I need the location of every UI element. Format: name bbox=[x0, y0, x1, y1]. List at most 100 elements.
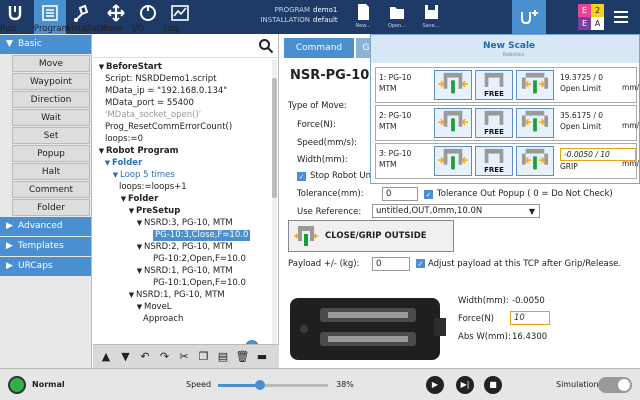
expand-toggle-icon[interactable]: ▼ bbox=[135, 242, 144, 253]
move-up-button[interactable]: ▲ bbox=[99, 350, 113, 364]
tree-node[interactable]: PG-10:3,Close,F=10.0 bbox=[153, 230, 251, 241]
urcaps-button[interactable] bbox=[512, 0, 546, 34]
file-open-button[interactable]: Open... bbox=[384, 3, 410, 31]
tree-node[interactable]: ▼ BeforeStart bbox=[97, 62, 162, 73]
tree-search-bar[interactable] bbox=[93, 34, 278, 58]
tree-node[interactable]: Script: NSRDDemo1.script bbox=[105, 74, 216, 85]
gripper-close-button[interactable] bbox=[434, 108, 472, 138]
force-display-label: Force(N) bbox=[458, 314, 494, 324]
gripper-close-button[interactable] bbox=[434, 70, 472, 100]
tree-node[interactable]: loops:=0 bbox=[105, 134, 143, 145]
tree-node[interactable]: Prog_ResetCommErrorCount() bbox=[105, 122, 232, 133]
tree-node[interactable]: Approach bbox=[143, 314, 183, 325]
paste-button[interactable]: ▤ bbox=[216, 350, 230, 364]
simulation-toggle[interactable] bbox=[598, 377, 632, 393]
redo-button[interactable]: ↷ bbox=[158, 350, 172, 364]
sidebar-item-popup[interactable]: Popup bbox=[12, 145, 90, 162]
tree-node[interactable]: MData_port = 55400 bbox=[105, 98, 194, 109]
tree-node[interactable]: ▼ PreSetup bbox=[127, 206, 180, 217]
nav-installation-button[interactable]: Installation bbox=[66, 0, 113, 34]
tree-node[interactable]: ▼ NSRD:3, PG-10, MTM bbox=[135, 218, 233, 229]
tree-node[interactable]: ▼ NSRD:2, PG-10, MTM bbox=[135, 242, 233, 253]
sidebar-item-waypoint[interactable]: Waypoint bbox=[12, 73, 90, 90]
sidebar-group-templates[interactable]: ▶ Templates bbox=[0, 237, 91, 256]
file-new-button[interactable]: New... bbox=[350, 3, 376, 31]
nav-log-button[interactable]: Log bbox=[164, 0, 196, 34]
gripper-open-button[interactable] bbox=[516, 108, 554, 138]
expand-toggle-icon[interactable]: ▼ bbox=[103, 158, 112, 169]
gripper-open-icon bbox=[521, 148, 549, 170]
tolerance-input[interactable]: 0 bbox=[382, 187, 418, 201]
gripper-open-button[interactable] bbox=[516, 70, 554, 100]
expand-toggle-icon[interactable]: ▼ bbox=[127, 290, 136, 301]
undo-button[interactable]: ↶ bbox=[138, 350, 152, 364]
tree-node[interactable]: loops:=loops+1 bbox=[119, 182, 187, 193]
close-grip-outside-button[interactable]: CLOSE/GRIP OUTSIDE bbox=[288, 220, 454, 252]
hamburger-menu-button[interactable] bbox=[612, 8, 630, 26]
expand-toggle-icon[interactable]: ▼ bbox=[97, 146, 106, 157]
robot-status-button[interactable] bbox=[8, 376, 26, 394]
sidebar-item-folder[interactable]: Folder bbox=[12, 199, 90, 216]
adjust-payload-checkbox[interactable]: ✓ bbox=[416, 259, 425, 268]
expand-toggle-icon[interactable]: ▼ bbox=[135, 302, 144, 313]
cut-button[interactable]: ✂ bbox=[177, 350, 191, 364]
step-button[interactable]: ▶| bbox=[456, 376, 474, 394]
tree-node[interactable]: ▼ Robot Program bbox=[97, 146, 179, 157]
delete-button[interactable]: 🗑 bbox=[236, 350, 250, 364]
copy-button[interactable]: ❐ bbox=[197, 350, 211, 364]
stop-button[interactable]: ■ bbox=[484, 376, 502, 394]
expand-toggle-icon[interactable]: ▼ bbox=[119, 194, 128, 205]
tree-node[interactable]: ▼ MoveL bbox=[135, 302, 172, 313]
gripper-free-button[interactable]: FREE bbox=[475, 146, 513, 176]
sidebar-item-comment[interactable]: Comment bbox=[12, 181, 90, 198]
scrollbar-thumb[interactable] bbox=[272, 78, 277, 198]
suppress-button[interactable]: ▬ bbox=[255, 350, 269, 364]
expand-toggle-icon[interactable]: ▼ bbox=[135, 218, 144, 229]
play-button[interactable]: ▶ bbox=[426, 376, 444, 394]
gripper-close-button[interactable] bbox=[434, 146, 472, 176]
tree-node[interactable]: PG-10:1,Open,F=10.0 bbox=[153, 278, 246, 289]
sidebar-group-urcaps[interactable]: ▶ URCaps bbox=[0, 257, 91, 276]
sidebar-item-move[interactable]: Move bbox=[12, 55, 90, 72]
nav-io-button[interactable]: I/O bbox=[132, 0, 164, 34]
sidebar-item-set[interactable]: Set bbox=[12, 127, 90, 144]
nav-move-button[interactable]: Move bbox=[100, 0, 132, 34]
nav-program-button[interactable]: Program bbox=[34, 0, 70, 34]
sidebar-item-direction[interactable]: Direction bbox=[12, 91, 90, 108]
gripper-free-button[interactable]: FREE bbox=[475, 108, 513, 138]
move-down-button[interactable]: ▼ bbox=[119, 350, 133, 364]
tree-node[interactable]: 'MData_socket_open()' bbox=[105, 110, 201, 121]
tree-node[interactable]: ▼ Loop 5 times bbox=[111, 170, 175, 181]
gripper-mode-label: MTM bbox=[379, 160, 397, 169]
sidebar-item-wait[interactable]: Wait bbox=[12, 109, 90, 126]
gripper-free-button[interactable]: FREE bbox=[475, 70, 513, 100]
expand-toggle-icon[interactable]: ▼ bbox=[111, 170, 120, 181]
tree-scrollbar[interactable] bbox=[272, 60, 277, 348]
tab-command[interactable]: Command bbox=[284, 38, 354, 58]
speed-slider-knob[interactable] bbox=[254, 380, 265, 390]
speed-slider[interactable] bbox=[218, 380, 328, 390]
expand-toggle-icon[interactable]: ▼ bbox=[127, 206, 136, 217]
file-save-button[interactable]: Save... bbox=[418, 3, 444, 31]
sidebar-group-basic[interactable]: ▼ Basic bbox=[0, 35, 91, 54]
tree-node[interactable]: ▼ NSRD:1, PG-10, MTM bbox=[135, 266, 233, 277]
tree-node[interactable]: ▼ NSRD:1, PG-10, MTM bbox=[127, 290, 225, 301]
nav-run-button[interactable]: Run bbox=[0, 0, 32, 34]
gripper-id-label: 3: PG-10 bbox=[379, 149, 412, 158]
expand-toggle-icon[interactable]: ▼ bbox=[97, 62, 106, 73]
tolerance-popup-checkbox[interactable]: ✓ bbox=[424, 190, 433, 199]
gripper-open-button[interactable] bbox=[516, 146, 554, 176]
stop-robot-checkbox[interactable]: ✓ bbox=[297, 172, 306, 181]
sidebar-group-advanced[interactable]: ▶ Advanced bbox=[0, 217, 91, 236]
tree-node[interactable]: MData_ip = "192.168.0.134" bbox=[105, 86, 227, 97]
sidebar-item-halt[interactable]: Halt bbox=[12, 163, 90, 180]
tree-node[interactable]: PG-10:2,Open,F=10.0 bbox=[153, 254, 246, 265]
language-badge[interactable]: E 2 E A bbox=[578, 4, 604, 30]
expand-toggle-icon[interactable]: ▼ bbox=[135, 266, 144, 277]
payload-input[interactable]: 0 bbox=[372, 257, 410, 271]
search-icon[interactable] bbox=[258, 38, 274, 54]
tree-node[interactable]: ▼ Folder bbox=[119, 194, 158, 205]
use-reference-dropdown[interactable]: untitled,OUT,0mm,10.0N ▼ bbox=[372, 204, 540, 218]
force-display-input[interactable]: 10 bbox=[510, 311, 550, 325]
tree-node[interactable]: ▼ Folder bbox=[103, 158, 142, 169]
